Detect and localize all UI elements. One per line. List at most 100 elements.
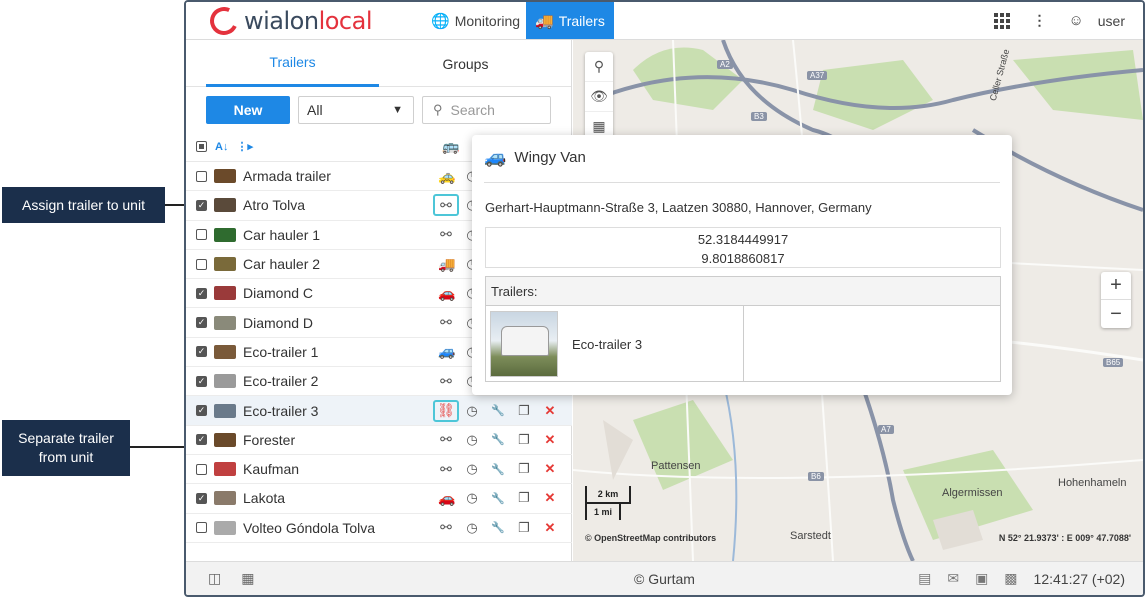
image-icon[interactable]: ▣ xyxy=(975,570,988,587)
table-row[interactable]: Volteo Góndola Tolva ⚯ ◷ 🔧 ❐ ✕ xyxy=(186,514,572,543)
trailer-thumbnail xyxy=(214,520,236,535)
copy-icon[interactable]: ❐ xyxy=(516,432,532,448)
notifications-icon[interactable]: ▤ xyxy=(918,570,931,587)
row-checkbox[interactable] xyxy=(196,463,207,475)
nav-trailers-label: Trailers xyxy=(558,12,605,29)
assign-trailer-icon[interactable]: ⚯ xyxy=(438,314,454,331)
apps-grid-icon[interactable] xyxy=(994,12,1011,29)
logo-text: wialonlocal xyxy=(244,7,373,35)
trailer-name: Diamond D xyxy=(243,314,314,331)
unit-vehicle-icon[interactable]: 🚗 xyxy=(438,490,455,507)
popup-lon: 9.8018860817 xyxy=(701,251,785,266)
unit-vehicle-icon[interactable]: 🚗 xyxy=(438,285,455,302)
nav-trailers[interactable]: 🚚 Trailers xyxy=(526,2,614,39)
assign-trailer-icon[interactable]: ⚯ xyxy=(438,373,454,390)
hierarchy-icon[interactable]: ⋮▸ xyxy=(236,140,253,153)
row-checkbox[interactable]: ✓ xyxy=(196,199,207,211)
delete-icon[interactable]: ✕ xyxy=(542,461,558,477)
table-row[interactable]: Kaufman ⚯ ◷ 🔧 ❐ ✕ xyxy=(186,455,572,485)
trailer-name: Forester xyxy=(243,431,296,448)
trailers-table-header: Trailers: xyxy=(486,277,1000,306)
assign-trailer-icon[interactable]: ⚯ xyxy=(438,431,454,448)
copy-icon[interactable]: ❐ xyxy=(516,461,532,477)
sort-az-icon[interactable]: A↓ xyxy=(215,141,228,153)
select-all-checkbox[interactable] xyxy=(196,141,207,152)
assign-trailer-icon[interactable]: ⚯ xyxy=(438,226,454,243)
zoom-out-button[interactable]: − xyxy=(1101,300,1131,328)
road-b65: B65 xyxy=(1103,358,1124,367)
delete-icon[interactable]: ✕ xyxy=(542,403,558,419)
copy-icon[interactable]: ❐ xyxy=(516,490,532,506)
trailer-name: Eco-trailer 2 xyxy=(243,373,319,390)
chevron-down-icon: ▼ xyxy=(392,104,403,116)
scale-mi: 1 mi xyxy=(585,504,621,520)
trailer-cell: Eco-trailer 3 xyxy=(486,306,744,382)
delete-icon[interactable]: ✕ xyxy=(542,520,558,536)
trailer-photo xyxy=(490,311,558,377)
wrench-icon[interactable]: 🔧 xyxy=(490,404,506,417)
row-actions: ⚯ ◷ 🔧 ❐ ✕ xyxy=(438,519,558,536)
clock-icon[interactable]: ◷ xyxy=(464,403,480,419)
user-menu[interactable]: ☺ user xyxy=(1068,12,1125,29)
row-checkbox[interactable] xyxy=(196,229,207,241)
messages-icon[interactable]: ✉ xyxy=(947,570,959,587)
zoom-in-button[interactable]: + xyxy=(1101,272,1131,300)
clock-time: 12:41:27 (+02) xyxy=(1033,570,1125,587)
row-checkbox[interactable]: ✓ xyxy=(196,405,207,417)
trailer-cell-empty xyxy=(744,306,1000,382)
clock-icon[interactable]: ◷ xyxy=(464,461,480,477)
clock-icon[interactable]: ◷ xyxy=(464,490,480,506)
callout-separate-line1: Separate trailer xyxy=(18,430,114,446)
unit-vehicle-icon[interactable]: 🚚 xyxy=(438,256,455,273)
row-checkbox[interactable]: ✓ xyxy=(196,317,207,329)
row-checkbox[interactable]: ✓ xyxy=(196,346,207,358)
tab-trailers[interactable]: Trailers xyxy=(206,40,379,87)
unit-popup: 🚙 Wingy Van Gerhart-Hauptmann-Straße 3, … xyxy=(472,135,1012,395)
clock-icon[interactable]: ◷ xyxy=(464,432,480,448)
copy-icon[interactable]: ❐ xyxy=(516,403,532,419)
row-checkbox[interactable]: ✓ xyxy=(196,492,207,504)
new-button[interactable]: New xyxy=(206,96,290,124)
unit-vehicle-icon[interactable]: 🚙 xyxy=(438,343,455,360)
tab-groups[interactable]: Groups xyxy=(379,40,552,87)
row-checkbox[interactable]: ✓ xyxy=(196,434,207,446)
delete-icon[interactable]: ✕ xyxy=(542,490,558,506)
map-eye-icon[interactable]: 👁 xyxy=(585,82,613,112)
road-a2: A2 xyxy=(717,60,733,69)
trailer-name: Car hauler 2 xyxy=(243,256,321,273)
table-row[interactable]: ✓ Forester ⚯ ◷ 🔧 ❐ ✕ xyxy=(186,426,572,455)
search-input[interactable]: ⚲ Search xyxy=(422,96,551,124)
trailers-table-body: Eco-trailer 3 xyxy=(486,306,1000,382)
clock-icon[interactable]: ◷ xyxy=(464,520,480,536)
delete-icon[interactable]: ✕ xyxy=(542,432,558,448)
row-checkbox[interactable] xyxy=(196,258,207,270)
wrench-icon[interactable]: 🔧 xyxy=(490,463,506,476)
popup-header: 🚙 Wingy Van xyxy=(484,147,586,168)
row-checkbox[interactable]: ✓ xyxy=(196,287,207,299)
filter-value: All xyxy=(307,102,323,118)
wrench-icon[interactable]: 🔧 xyxy=(490,521,506,534)
separate-trailer-icon[interactable]: ⛓ xyxy=(433,399,459,422)
map-search-icon[interactable]: ⚲ xyxy=(585,52,613,82)
unit-vehicle-icon[interactable]: 🚕 xyxy=(438,168,455,185)
nav-monitoring[interactable]: 🌐 Monitoring xyxy=(422,2,529,39)
more-menu-icon[interactable]: ⋮ xyxy=(1032,12,1046,29)
wrench-icon[interactable]: 🔧 xyxy=(490,492,506,505)
place-pattensen: Pattensen xyxy=(651,460,701,472)
row-checkbox[interactable]: ✓ xyxy=(196,375,207,387)
top-right-controls: ⋮ ☺ user xyxy=(994,2,1125,39)
assign-trailer-icon[interactable]: ⚯ xyxy=(438,461,454,478)
table-row[interactable]: ✓ Eco-trailer 3 ⛓ ◷ 🔧 ❐ ✕ xyxy=(186,396,572,426)
filter-select[interactable]: All ▼ xyxy=(298,96,414,124)
row-checkbox[interactable] xyxy=(196,522,207,534)
assign-trailer-icon[interactable]: ⚯ xyxy=(438,519,454,536)
list-controls: New All ▼ ⚲ Search xyxy=(206,96,551,124)
trailer-thumbnail xyxy=(214,257,236,272)
row-checkbox[interactable] xyxy=(196,170,207,182)
layout-icon[interactable]: ▩ xyxy=(1004,570,1017,587)
copy-icon[interactable]: ❐ xyxy=(516,520,532,536)
table-row[interactable]: ✓ Lakota 🚗 ◷ 🔧 ❐ ✕ xyxy=(186,484,572,514)
assign-trailer-icon[interactable]: ⚯ xyxy=(433,194,459,217)
trailer-thumbnail xyxy=(214,491,236,506)
wrench-icon[interactable]: 🔧 xyxy=(490,433,506,446)
